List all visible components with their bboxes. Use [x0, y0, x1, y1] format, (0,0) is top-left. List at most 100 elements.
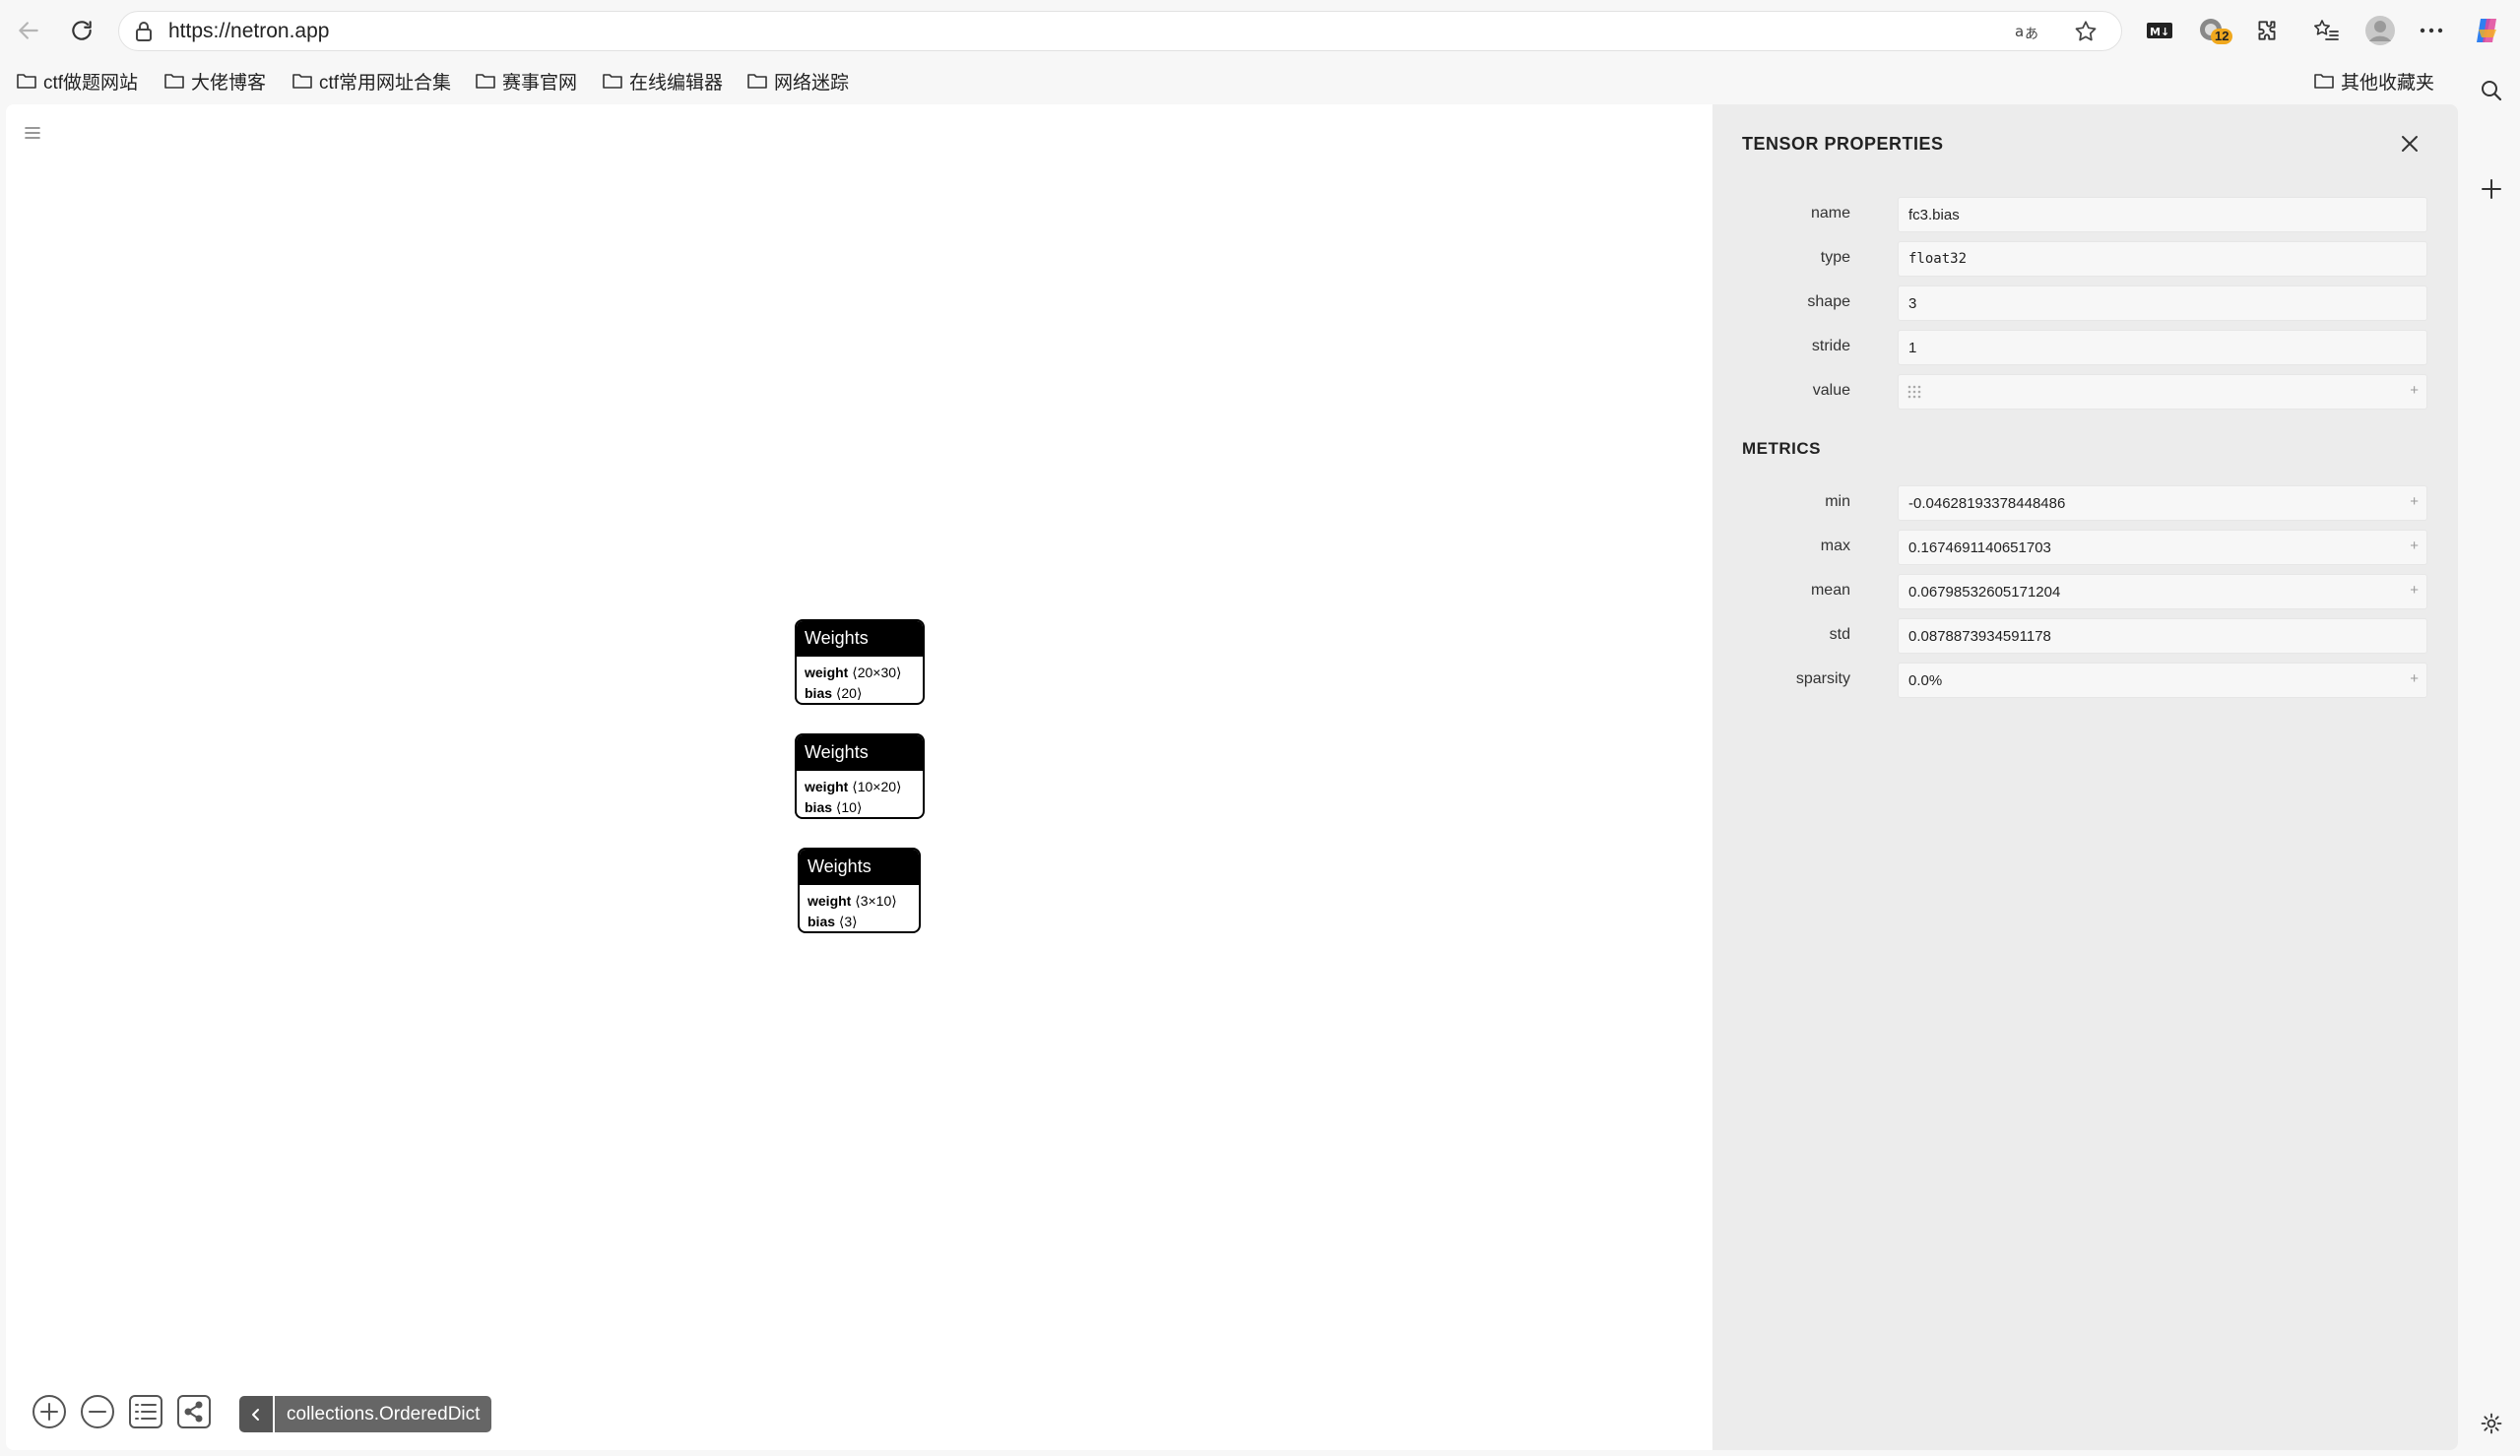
property-label: shape — [1807, 293, 1850, 310]
sidebar-search-button[interactable] — [2472, 71, 2511, 110]
node-attributes: weight ⟨3×10⟩ bias ⟨3⟩ — [800, 885, 919, 931]
node-attribute-row: weight ⟨3×10⟩ — [808, 893, 897, 909]
gear-icon — [2481, 1413, 2502, 1434]
extension-badge-count: 12 — [2211, 29, 2233, 44]
translate-icon: aあ — [2015, 23, 2038, 42]
breadcrumb: collections.OrderedDict — [239, 1396, 492, 1432]
hamburger-menu-icon[interactable] — [22, 122, 43, 144]
breadcrumb-back-button[interactable] — [239, 1396, 273, 1432]
folder-icon — [2314, 74, 2334, 89]
grid-dots-icon — [1907, 385, 1921, 399]
url-text[interactable]: https://netron.app — [168, 20, 329, 43]
metric-value-text: 0.1674691140651703 — [1908, 539, 2051, 556]
ellipsis-icon — [2420, 28, 2443, 33]
property-label: type — [1820, 249, 1850, 266]
bookmark-folder[interactable]: ctf常用网址合集 — [291, 67, 451, 95]
list-icon — [129, 1395, 162, 1428]
svg-text:M↓: M↓ — [2150, 26, 2169, 38]
bookmark-folder[interactable]: 在线编辑器 — [602, 67, 723, 95]
back-button[interactable] — [10, 12, 47, 49]
expand-button[interactable]: + — [2410, 493, 2419, 510]
bookmark-label: 网络迷踪 — [774, 72, 850, 94]
node-title: Weights — [800, 850, 919, 885]
model-properties-button[interactable] — [126, 1392, 165, 1431]
metric-value[interactable]: 0.06798532605171204 + — [1898, 574, 2427, 609]
expand-button[interactable]: + — [2410, 382, 2419, 399]
property-value[interactable]: float32 — [1898, 241, 2427, 277]
metric-row-min: min -0.04628193378448486 + — [1712, 485, 2458, 521]
bookmark-label: ctf常用网址合集 — [319, 72, 452, 94]
bookmark-folder[interactable]: 网络迷踪 — [746, 67, 849, 95]
property-row-type: type float32 — [1712, 241, 2458, 277]
more-menu-button[interactable] — [2414, 13, 2449, 48]
close-panel-button[interactable] — [2394, 128, 2425, 159]
translate-button[interactable]: aあ — [2014, 18, 2041, 45]
extension-badge-button[interactable]: 12 — [2194, 13, 2233, 48]
metric-label: mean — [1810, 582, 1850, 599]
bookmark-label: ctf做题网站 — [43, 72, 139, 94]
close-icon — [2402, 136, 2418, 152]
search-icon — [2482, 81, 2502, 101]
metric-label: std — [1829, 626, 1850, 643]
export-button[interactable] — [174, 1392, 214, 1431]
metric-value[interactable]: -0.04628193378448486 + — [1898, 485, 2427, 521]
extensions-button[interactable] — [2249, 13, 2285, 48]
graph-node-weights[interactable]: Weights weight ⟨3×10⟩ bias ⟨3⟩ — [798, 848, 921, 933]
netron-page: Weights weight ⟨20×30⟩ bias ⟨20⟩ Weights… — [6, 104, 2458, 1450]
reload-button[interactable] — [63, 12, 100, 49]
metric-value[interactable]: 0.0878873934591178 — [1898, 618, 2427, 654]
other-bookmarks-folder[interactable]: 其他收藏夹 — [2313, 67, 2434, 95]
metric-row-sparsity: sparsity 0.0% + — [1712, 663, 2458, 698]
copilot-icon — [2477, 19, 2496, 42]
puzzle-icon — [2258, 21, 2276, 40]
expand-button[interactable]: + — [2410, 670, 2419, 687]
favorites-button[interactable] — [2308, 13, 2344, 48]
expand-button[interactable]: + — [2410, 538, 2419, 554]
node-attribute-row: weight ⟨10×20⟩ — [805, 779, 902, 794]
zoom-in-icon — [32, 1395, 66, 1428]
property-value[interactable]: fc3.bias — [1898, 197, 2427, 232]
metric-value-text: 0.0% — [1908, 672, 1943, 689]
property-value[interactable]: 1 — [1898, 330, 2427, 365]
bookmark-folder[interactable]: 大佬博客 — [163, 67, 266, 95]
zoom-out-button[interactable] — [78, 1392, 117, 1431]
property-value[interactable]: 3 — [1898, 285, 2427, 321]
address-bar[interactable]: https://netron.app aあ — [118, 11, 2122, 51]
property-row-shape: shape 3 — [1712, 285, 2458, 321]
browser-sidebar — [2462, 61, 2520, 1456]
metric-value[interactable]: 0.1674691140651703 + — [1898, 530, 2427, 565]
graph-node-weights[interactable]: Weights weight ⟨20×30⟩ bias ⟨20⟩ — [795, 619, 925, 705]
sidebar-settings-button[interactable] — [2472, 1404, 2511, 1443]
property-row-name: name fc3.bias — [1712, 197, 2458, 232]
chevron-left-icon — [252, 1408, 259, 1421]
copilot-button[interactable] — [2470, 13, 2505, 48]
sidebar-add-button[interactable] — [2472, 169, 2511, 209]
zoom-in-button[interactable] — [30, 1392, 69, 1431]
breadcrumb-item[interactable]: collections.OrderedDict — [275, 1396, 492, 1432]
folder-icon — [292, 74, 312, 89]
folder-icon — [603, 74, 622, 89]
favorite-button[interactable] — [2072, 18, 2100, 45]
metric-value[interactable]: 0.0% + — [1898, 663, 2427, 698]
folder-icon — [164, 74, 184, 89]
metric-label: min — [1825, 493, 1850, 510]
graph-node-weights[interactable]: Weights weight ⟨10×20⟩ bias ⟨10⟩ — [795, 733, 925, 819]
expand-button[interactable]: + — [2410, 582, 2419, 599]
plus-icon — [2482, 179, 2501, 199]
tensor-value-field[interactable]: + — [1898, 374, 2427, 410]
bookmark-folder[interactable]: ctf做题网站 — [16, 67, 138, 95]
bookmark-label: 大佬博客 — [191, 72, 267, 94]
star-icon — [2075, 21, 2097, 41]
metric-label: sparsity — [1795, 670, 1850, 687]
arrow-left-icon — [19, 22, 38, 39]
node-attribute-row: bias ⟨20⟩ — [805, 685, 863, 701]
folder-icon — [747, 74, 767, 89]
profile-button[interactable] — [2362, 13, 2398, 48]
svg-text:あ: あ — [2025, 27, 2038, 42]
lock-icon[interactable] — [133, 20, 155, 43]
markdown-extension-button[interactable]: M↓ — [2142, 13, 2177, 48]
graph-canvas[interactable]: Weights weight ⟨20×30⟩ bias ⟨20⟩ Weights… — [6, 104, 1712, 1450]
avatar-icon — [2365, 16, 2395, 45]
bookmark-folder[interactable]: 赛事官网 — [475, 67, 577, 95]
bookmarks-bar: ctf做题网站 大佬博客 ctf常用网址合集 赛事官网 在线编辑器 网络迷踪 其… — [0, 61, 2462, 100]
